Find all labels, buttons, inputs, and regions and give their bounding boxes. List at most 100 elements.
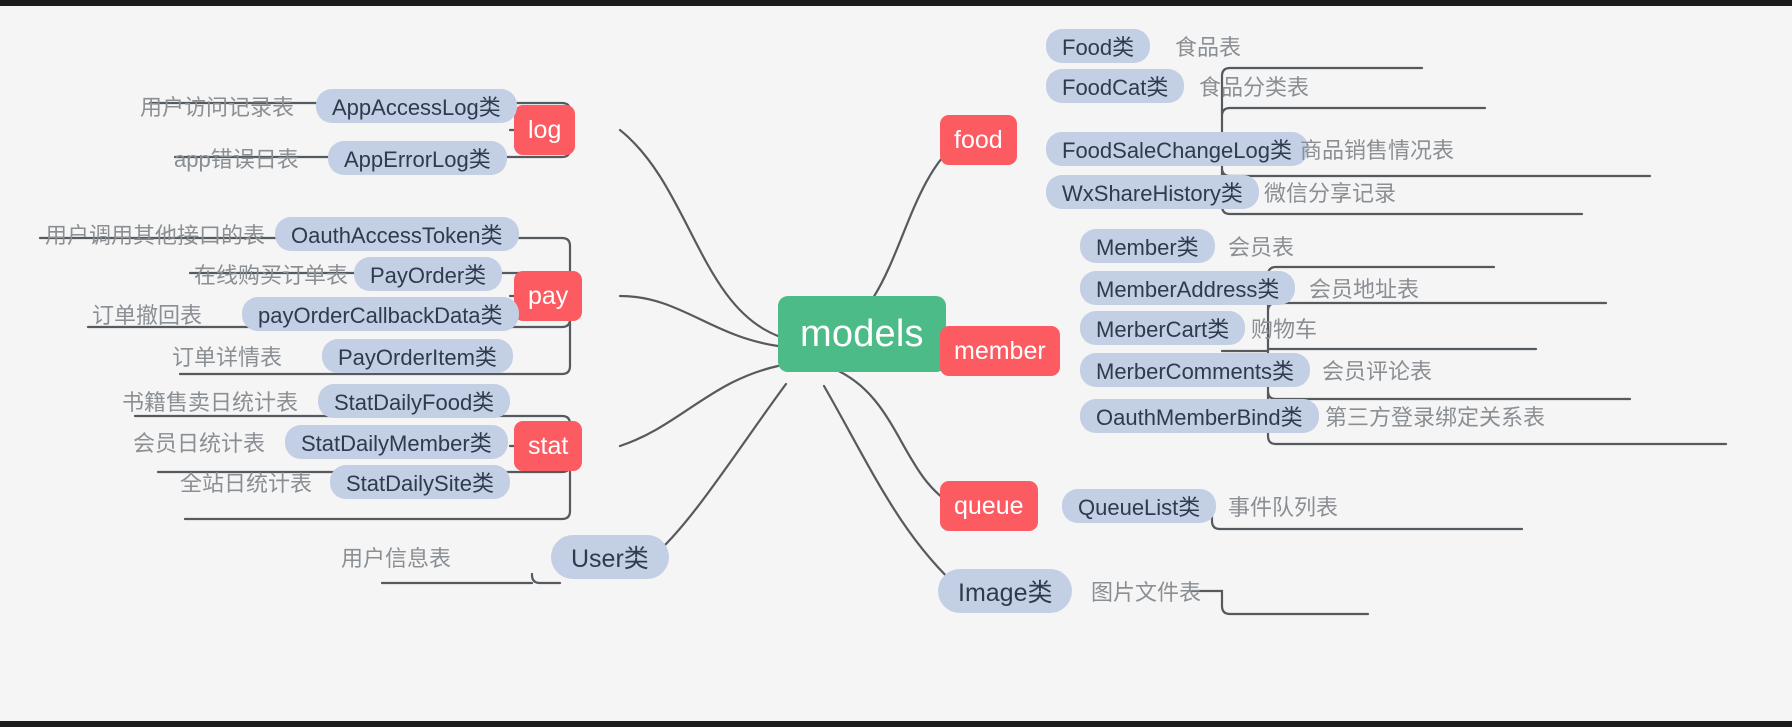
leaf-node-merbercart[interactable]: MerberCart类 [1080,311,1246,345]
leaf-label: AppAccessLog类 [332,95,501,120]
category-label-pay: pay [528,281,569,310]
desc-foodsalechangelog: 商品销售情况表 [1300,132,1454,166]
leaf-node-memberaddress[interactable]: MemberAddress类 [1080,271,1296,305]
desc-text: 全站日统计表 [180,471,313,496]
desc-text: 事件队列表 [1228,495,1339,520]
leaf-label: WxShareHistory类 [1062,181,1243,206]
leaf-label: AppErrorLog类 [344,147,491,172]
desc-text: 第三方登录绑定关系表 [1325,405,1546,430]
desc-text: 会员评论表 [1322,359,1433,384]
edge-root-pay [618,294,780,348]
desc-oauthaccesstoken: 用户调用其他接口的表 [45,217,265,251]
edge-user-underline [380,572,562,585]
category-label-member: member [954,336,1046,365]
leaf-node-user[interactable]: User类 [551,535,669,579]
leaf-node-oauthaccesstoken[interactable]: OauthAccessToken类 [275,217,519,251]
edge-image-underline [1190,589,1370,616]
leaf-node-image[interactable]: Image类 [938,569,1073,613]
desc-appaccesslog: 用户访问记录表 [140,89,294,123]
leaf-label: StatDailySite类 [346,471,494,496]
leaf-node-member[interactable]: Member类 [1080,229,1215,263]
leaf-node-foodcat[interactable]: FoodCat类 [1046,69,1185,103]
desc-image: 图片文件表 [1091,574,1201,608]
desc-payorderitem: 订单详情表 [172,339,282,373]
leaf-node-oauthmemberbind[interactable]: OauthMemberBind类 [1080,399,1319,433]
desc-text: 商品销售情况表 [1300,138,1455,163]
leaf-label: OauthAccessToken类 [291,223,503,248]
edge-queue-spine [1168,504,1524,531]
leaf-label: Food类 [1062,35,1135,60]
desc-statdailymember: 会员日统计表 [133,425,265,459]
desc-text: 在线购买订单表 [194,263,349,288]
desc-statdailysite: 全站日统计表 [180,465,312,499]
leaf-label: QueueList类 [1078,495,1201,520]
leaf-label: FoodSaleChangeLog类 [1062,138,1292,163]
leaf-node-merbercomments[interactable]: MerberComments类 [1080,353,1311,387]
desc-oauthmemberbind: 第三方登录绑定关系表 [1325,399,1545,433]
leaf-label: payOrderCallbackData类 [258,303,503,328]
root-node-label: models [800,312,924,355]
leaf-node-statdailysite[interactable]: StatDailySite类 [330,465,510,499]
leaf-label: MemberAddress类 [1096,277,1280,302]
edge-root-log [618,128,780,338]
leaf-node-payorderitem[interactable]: PayOrderItem类 [322,339,513,373]
desc-apperrorlog: app错误日表 [174,141,299,175]
leaf-node-wxsharehistory[interactable]: WxShareHistory类 [1046,175,1259,209]
leaf-node-payorder[interactable]: PayOrder类 [354,257,503,291]
desc-text: 会员地址表 [1309,277,1420,302]
leaf-node-food[interactable]: Food类 [1046,29,1151,63]
leaf-label: MerberComments类 [1096,359,1295,384]
leaf-node-statdailymember[interactable]: StatDailyMember类 [285,425,508,459]
leaf-label: Image类 [958,579,1053,607]
desc-payorder: 在线购买订单表 [194,257,348,291]
category-label-queue: queue [954,491,1024,520]
category-node-pay[interactable]: pay [514,271,583,321]
desc-text: 会员表 [1228,235,1295,260]
desc-merbercomments: 会员评论表 [1322,353,1432,387]
edge-root-user [650,382,788,559]
category-label-food: food [954,125,1003,154]
category-node-food[interactable]: food [940,115,1017,165]
leaf-label: StatDailyFood类 [334,390,495,415]
desc-text: 用户信息表 [341,546,452,571]
category-label-stat: stat [528,431,569,460]
leaf-node-apperrorlog[interactable]: AppErrorLog类 [328,141,507,175]
mindmap-canvas: models log AppAccessLog类 用户访问记录表 AppErro… [0,0,1792,727]
leaf-label: PayOrderItem类 [338,345,497,370]
desc-text: 食品分类表 [1199,75,1310,100]
desc-text: 食品表 [1175,35,1242,60]
category-label-log: log [528,115,562,144]
leaf-node-payordercallbackdata[interactable]: payOrderCallbackData类 [242,297,519,331]
desc-text: 订单撤回表 [92,303,203,328]
desc-text: 用户调用其他接口的表 [45,223,266,248]
leaf-label: User类 [571,545,649,573]
desc-text: 微信分享记录 [1264,181,1397,206]
leaf-label: OauthMemberBind类 [1096,405,1303,430]
leaf-label: StatDailyMember类 [301,431,492,456]
leaf-node-queuelist[interactable]: QueueList类 [1062,489,1217,523]
desc-merbercart: 购物车 [1251,311,1317,345]
leaf-node-statdailyfood[interactable]: StatDailyFood类 [318,384,511,418]
desc-text: app错误日表 [174,147,299,172]
desc-food: 食品表 [1175,29,1241,63]
leaf-node-foodsalechangelog[interactable]: FoodSaleChangeLog类 [1046,132,1308,166]
desc-text: 书籍售卖日统计表 [122,390,299,415]
category-node-log[interactable]: log [514,105,576,155]
desc-queuelist: 事件队列表 [1228,489,1338,523]
root-node-models[interactable]: models [778,296,946,372]
desc-text: 订单详情表 [172,345,283,370]
desc-text: 购物车 [1251,317,1318,342]
desc-payordercallbackdata: 订单撤回表 [92,297,202,331]
desc-text: 图片文件表 [1091,580,1202,605]
desc-wxsharehistory: 微信分享记录 [1264,175,1396,209]
category-node-stat[interactable]: stat [514,421,583,471]
edge-root-stat [618,364,780,448]
leaf-label: PayOrder类 [370,263,487,288]
leaf-node-appaccesslog[interactable]: AppAccessLog类 [316,89,517,123]
desc-member: 会员表 [1228,229,1294,263]
leaf-label: Member类 [1096,235,1199,260]
leaf-label: MerberCart类 [1096,317,1230,342]
desc-memberaddress: 会员地址表 [1309,271,1419,305]
category-node-queue[interactable]: queue [940,481,1038,531]
category-node-member[interactable]: member [940,326,1060,376]
